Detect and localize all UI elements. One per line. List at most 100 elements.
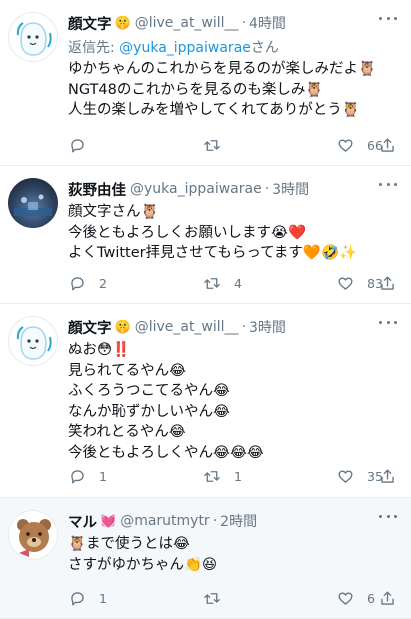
replying-to-suffix: さん bbox=[250, 40, 279, 56]
like-button[interactable]: 83 bbox=[336, 274, 383, 293]
nani-ghost-avatar-icon bbox=[16, 326, 52, 360]
display-name[interactable]: 顔文字 bbox=[68, 13, 112, 34]
separator-dot: · bbox=[264, 181, 270, 197]
display-name[interactable]: 荻野由佳 bbox=[68, 179, 126, 200]
tweet-line: 顔文字さん🦉 bbox=[68, 204, 159, 220]
tweet-line: 今後ともよろしくお願いします😭❤️ bbox=[68, 224, 306, 241]
share-icon bbox=[381, 137, 394, 152]
display-name[interactable]: マル bbox=[68, 511, 97, 532]
more-options-icon[interactable] bbox=[379, 180, 397, 188]
heart-icon bbox=[338, 139, 353, 152]
reply-thread: 顔文字 🤫 @live_at_will__ · 4時間 返信先: @yuka_i… bbox=[0, 0, 411, 619]
avatar[interactable] bbox=[8, 12, 58, 62]
separator-dot: · bbox=[212, 513, 218, 529]
share-icon bbox=[381, 590, 394, 605]
tweet-line: 今後ともよろしくやん😂😂😂 bbox=[68, 444, 264, 461]
tweet-actions: 1 1 35 bbox=[68, 466, 397, 486]
share-icon bbox=[381, 275, 394, 290]
retweet-icon bbox=[204, 277, 220, 289]
tweet-header: マル 💓 @marutmytr · 2時間 bbox=[68, 510, 397, 532]
tweet-line: ゆかちゃんのこれからを見るのが楽しみだよ🦉 bbox=[68, 61, 377, 77]
tweet-header: 顔文字 🤫 @live_at_will__ · 4時間 bbox=[68, 12, 397, 34]
avatar[interactable] bbox=[8, 510, 58, 560]
timestamp[interactable]: 3時間 bbox=[272, 179, 309, 199]
like-count: 6 bbox=[367, 590, 375, 606]
tweet-text: 顔文字さん🦉 今後ともよろしくお願いします😭❤️ よくTwitter拝見させても… bbox=[68, 202, 397, 264]
reply-icon bbox=[71, 591, 84, 606]
more-options-icon[interactable] bbox=[379, 512, 397, 520]
replying-to-label: 返信先: bbox=[68, 40, 115, 56]
tweet-actions: 66 bbox=[68, 135, 397, 155]
retweet-count: 1 bbox=[234, 468, 242, 484]
tweet-line: 🦉まで使うとは😂 bbox=[68, 536, 190, 552]
retweet-count: 4 bbox=[234, 275, 242, 291]
tweet-text: ぬお😳‼️ 見られてるやん😂 ふくろうつこてるやん😂 なんか恥ずかしいやん😂 笑… bbox=[68, 340, 397, 463]
tweet-line: なんか恥ずかしいやん😂 bbox=[68, 403, 230, 420]
reply-count: 1 bbox=[99, 590, 107, 606]
avatar[interactable] bbox=[8, 316, 58, 366]
name-emoji: 🤫 bbox=[114, 319, 131, 335]
like-button[interactable]: 35 bbox=[336, 467, 383, 486]
handle[interactable]: @live_at_will__ bbox=[135, 15, 239, 31]
reply-icon bbox=[71, 138, 84, 153]
tweet[interactable]: 顔文字 🤫 @live_at_will__ · 3時間 ぬお😳‼️ 見られてるや… bbox=[0, 304, 411, 498]
reply-button[interactable]: 1 bbox=[68, 589, 107, 608]
nani-ghost-avatar-icon bbox=[16, 22, 52, 56]
share-button[interactable] bbox=[378, 589, 397, 608]
like-button[interactable]: 66 bbox=[336, 136, 383, 155]
share-button[interactable] bbox=[378, 274, 397, 293]
reply-icon bbox=[71, 469, 84, 484]
handle[interactable]: @marutmytr bbox=[120, 513, 210, 529]
teddy-bear-avatar-icon bbox=[17, 519, 51, 557]
retweet-icon bbox=[204, 139, 220, 151]
tweet-line: NGT48のこれからを見るのも楽しみ🦉 bbox=[68, 81, 324, 98]
reply-button[interactable]: 2 bbox=[68, 274, 107, 293]
tweet-text: 🦉まで使うとは😂 さすがゆかちゃん👏😆 bbox=[68, 534, 397, 575]
tweet[interactable]: マル 💓 @marutmytr · 2時間 🦉まで使うとは😂 さすがゆかちゃん👏… bbox=[0, 498, 411, 619]
tweet-header: 顔文字 🤫 @live_at_will__ · 3時間 bbox=[68, 316, 397, 338]
more-options-icon[interactable] bbox=[379, 318, 397, 326]
reply-button[interactable] bbox=[68, 136, 99, 155]
tweet[interactable]: 顔文字 🤫 @live_at_will__ · 4時間 返信先: @yuka_i… bbox=[0, 0, 411, 166]
heart-icon bbox=[338, 592, 353, 605]
tweet-line: 人生の楽しみを増やしてくれてありがとう🦉 bbox=[68, 102, 360, 118]
timestamp[interactable]: 4時間 bbox=[249, 13, 286, 33]
like-button[interactable]: 6 bbox=[336, 589, 375, 608]
retweet-icon bbox=[204, 470, 220, 482]
separator-dot: · bbox=[241, 15, 247, 31]
timestamp[interactable]: 3時間 bbox=[249, 317, 286, 337]
retweet-button[interactable] bbox=[202, 589, 234, 608]
stage-photo-avatar-icon bbox=[14, 194, 52, 216]
tweet-line: 見られてるやん😂 bbox=[68, 362, 187, 379]
reply-icon bbox=[71, 276, 84, 291]
share-button[interactable] bbox=[378, 136, 397, 155]
avatar[interactable] bbox=[8, 178, 58, 228]
handle[interactable]: @yuka_ippaiwarae bbox=[130, 181, 262, 197]
tweet[interactable]: 荻野由佳 @yuka_ippaiwarae · 3時間 顔文字さん🦉 今後ともよ… bbox=[0, 166, 411, 304]
more-options-icon[interactable] bbox=[379, 14, 397, 22]
retweet-button[interactable] bbox=[202, 136, 234, 155]
tweet-line: ぬお😳‼️ bbox=[68, 342, 131, 358]
share-button[interactable] bbox=[378, 467, 397, 486]
tweet-line: ふくろうつこてるやん😂 bbox=[68, 383, 230, 399]
tweet-text: ゆかちゃんのこれからを見るのが楽しみだよ🦉 NGT48のこれからを見るのも楽しみ… bbox=[68, 59, 397, 121]
retweet-button[interactable]: 4 bbox=[202, 274, 242, 293]
tweet-line: よくTwitter拝見させてもらってます🧡🤣✨ bbox=[68, 245, 358, 261]
timestamp[interactable]: 2時間 bbox=[220, 511, 257, 531]
reply-count: 1 bbox=[99, 468, 107, 484]
tweet-line: 笑われとるやん😂 bbox=[68, 424, 186, 440]
heart-icon bbox=[338, 277, 353, 290]
heart-icon bbox=[338, 470, 353, 483]
reply-mention-link[interactable]: @yuka_ippaiwarae bbox=[119, 40, 251, 56]
name-emoji: 🤫 bbox=[114, 15, 131, 31]
separator-dot: · bbox=[241, 319, 247, 335]
retweet-button[interactable]: 1 bbox=[202, 467, 242, 486]
tweet-actions: 2 4 83 bbox=[68, 273, 397, 293]
reply-count: 2 bbox=[99, 275, 107, 291]
tweet-actions: 1 6 bbox=[68, 588, 397, 608]
tweet-header: 荻野由佳 @yuka_ippaiwarae · 3時間 bbox=[68, 178, 397, 200]
name-emoji: 💓 bbox=[100, 513, 117, 529]
handle[interactable]: @live_at_will__ bbox=[135, 319, 239, 335]
display-name[interactable]: 顔文字 bbox=[68, 317, 112, 338]
reply-button[interactable]: 1 bbox=[68, 467, 107, 486]
